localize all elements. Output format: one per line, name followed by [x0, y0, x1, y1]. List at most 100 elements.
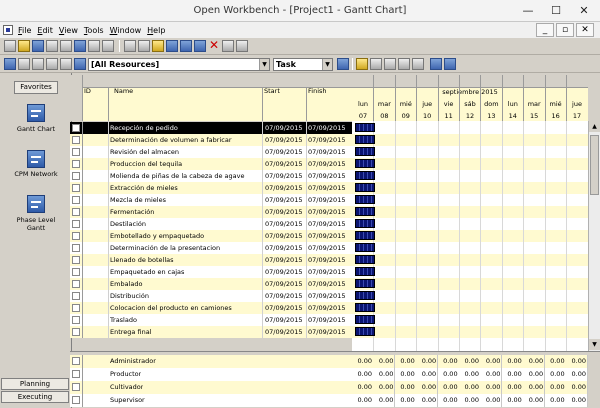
gantt-row[interactable] [352, 278, 588, 290]
properties-icon[interactable] [102, 40, 114, 52]
table-row[interactable]: Distribución 07/09/2015 07/09/2015 [70, 290, 352, 302]
scrollbar-thumb[interactable] [590, 135, 599, 195]
resource-allocation-cell[interactable]: 0.00 [566, 381, 588, 394]
row-selector[interactable] [72, 256, 80, 264]
gantt-row[interactable] [352, 290, 588, 302]
resource-allocation-cell[interactable]: 0.00 [566, 368, 588, 381]
resource-allocation-cell[interactable]: 0.00 [566, 394, 588, 407]
table-row[interactable]: Produccion del tequila 07/09/2015 07/09/20… [70, 158, 352, 170]
open-folder-icon[interactable] [18, 40, 30, 52]
row-selector[interactable] [72, 396, 80, 404]
row-selector[interactable] [72, 280, 80, 288]
row-selector[interactable] [72, 357, 80, 365]
vertical-scrollbar[interactable]: ▲ ▼ [588, 121, 600, 351]
task-finish[interactable]: 07/09/2015 [308, 148, 350, 156]
resource-allocation-cell[interactable]: 0.00 [437, 394, 460, 407]
maximize-button[interactable]: ☐ [542, 0, 570, 22]
resource-allocation-cell[interactable]: 0.00 [437, 381, 460, 394]
task-name[interactable]: Determinación de la presentacion [110, 244, 250, 252]
resource-allocation-cell[interactable]: 0.00 [394, 355, 417, 368]
resource-allocation-cell[interactable]: 0.00 [352, 381, 374, 394]
gantt-task-bar[interactable] [355, 123, 375, 132]
resource-allocation-cell[interactable]: 0.00 [459, 381, 481, 394]
gantt-task-bar[interactable] [355, 291, 375, 300]
resource-allocation-cell[interactable]: 0.00 [523, 394, 546, 407]
save-icon[interactable] [32, 40, 44, 52]
menu-edit[interactable]: Edit [37, 26, 53, 35]
task-name[interactable]: Revisión del almacen [110, 148, 250, 156]
binoculars-icon[interactable] [222, 40, 234, 52]
print-preview-icon[interactable] [60, 40, 72, 52]
table-row[interactable]: Colocacion del producto en camiones 07/09… [70, 302, 352, 314]
resource-allocation-cell[interactable]: 0.00 [566, 355, 588, 368]
zoom-in-icon[interactable] [430, 58, 442, 70]
gantt-task-bar[interactable] [355, 255, 375, 264]
gantt-row[interactable] [352, 230, 588, 242]
table-row[interactable]: Llenado de botellas 07/09/2015 07/09/2015 [70, 254, 352, 266]
gantt-chart-icon[interactable] [27, 104, 45, 122]
columns-icon[interactable] [60, 58, 72, 70]
gantt-row[interactable] [352, 182, 588, 194]
table-row[interactable]: Molienda de piñas de la cabeza de agave 0… [70, 170, 352, 182]
row-selector[interactable] [72, 136, 80, 144]
gantt-row[interactable] [352, 218, 588, 230]
row-selector[interactable] [72, 208, 80, 216]
task-finish[interactable]: 07/09/2015 [308, 256, 350, 264]
resource-allocation-cell[interactable]: 0.00 [352, 355, 374, 368]
outdent-icon[interactable] [180, 40, 192, 52]
task-finish[interactable]: 07/09/2015 [308, 316, 350, 324]
row-selector[interactable] [72, 304, 80, 312]
gantt-task-bar[interactable] [355, 315, 375, 324]
task-name[interactable]: Llenado de botellas [110, 256, 250, 264]
resource-allocation-cell[interactable]: 0.00 [416, 368, 439, 381]
close-button[interactable]: ✕ [570, 0, 598, 22]
tab-executing[interactable]: Executing [1, 391, 69, 403]
print-icon[interactable] [46, 40, 58, 52]
resource-allocation-cell[interactable]: 0.00 [480, 355, 503, 368]
resource-allocation-cell[interactable]: 0.00 [373, 355, 396, 368]
task-finish[interactable]: 07/09/2015 [308, 304, 350, 312]
task-name[interactable]: Fermentación [110, 208, 250, 216]
row-selector[interactable] [72, 292, 80, 300]
gantt-task-bar[interactable] [355, 267, 375, 276]
gantt-row[interactable] [352, 242, 588, 254]
gantt-task-bar[interactable] [355, 195, 375, 204]
link-icon[interactable] [236, 40, 248, 52]
new-file-icon[interactable] [4, 40, 16, 52]
gantt-row[interactable] [352, 170, 588, 182]
table-row[interactable]: Embalado 07/09/2015 07/09/2015 [70, 278, 352, 290]
resource-allocation-cell[interactable]: 0.00 [416, 355, 439, 368]
phase-level-gantt-icon[interactable] [27, 195, 45, 213]
scroll-up-icon[interactable]: ▲ [589, 121, 600, 132]
row-selector[interactable] [72, 160, 80, 168]
gantt-row[interactable] [352, 134, 588, 146]
resource-allocation-cell[interactable]: 0.00 [437, 368, 460, 381]
gantt-task-bar[interactable] [355, 327, 375, 336]
gantt-task-bar[interactable] [355, 279, 375, 288]
column-header-start[interactable]: Start [264, 87, 280, 95]
gantt-chart-area[interactable] [352, 121, 588, 351]
gantt-task-bar[interactable] [355, 243, 375, 252]
table-row[interactable]: Empaquetado en cajas 07/09/2015 07/09/2015 [70, 266, 352, 278]
task-start[interactable]: 07/09/2015 [265, 328, 305, 336]
resource-allocation-cell[interactable]: 0.00 [373, 368, 396, 381]
paste-icon[interactable] [152, 40, 164, 52]
resource-allocation-cell[interactable]: 0.00 [459, 368, 481, 381]
task-finish[interactable]: 07/09/2015 [308, 172, 350, 180]
task-start[interactable]: 07/09/2015 [265, 280, 305, 288]
minimize-button[interactable]: — [514, 0, 542, 22]
phase-level-gantt-label[interactable]: Phase Level Gantt [0, 216, 72, 232]
gantt-task-bar[interactable] [355, 303, 375, 312]
resource-allocation-cell[interactable]: 0.00 [523, 355, 546, 368]
task-name[interactable]: Distribución [110, 292, 250, 300]
task-start[interactable]: 07/09/2015 [265, 316, 305, 324]
task-name[interactable]: Extracción de mieles [110, 184, 250, 192]
resource-row[interactable]: Cultivador [70, 381, 352, 394]
resource-allocation-cell[interactable]: 0.00 [437, 355, 460, 368]
copy-icon[interactable] [138, 40, 150, 52]
task-start[interactable]: 07/09/2015 [265, 160, 305, 168]
task-finish[interactable]: 07/09/2015 [308, 124, 350, 132]
row-selector[interactable] [72, 383, 80, 391]
cpm-network-icon[interactable] [27, 150, 45, 168]
task-finish[interactable]: 07/09/2015 [308, 136, 350, 144]
